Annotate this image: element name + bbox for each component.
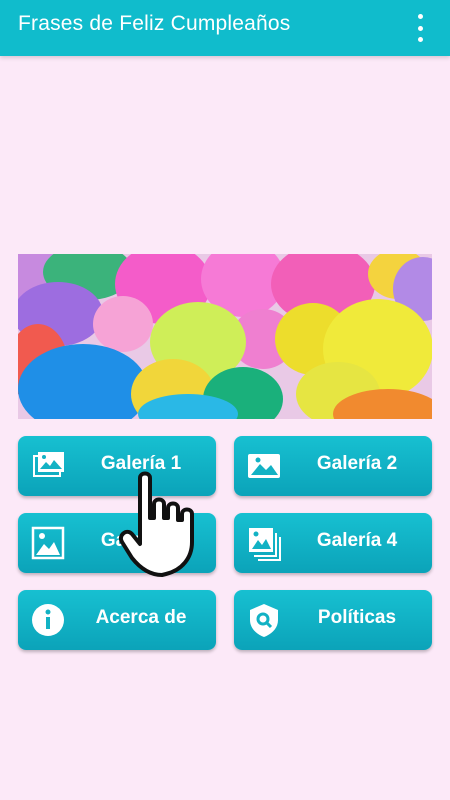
policies-button[interactable]: Políticas [234, 590, 432, 650]
balloons-image [18, 254, 432, 419]
policies-label: Políticas [317, 607, 397, 628]
hand-pointer-icon [119, 471, 194, 577]
more-vert-icon[interactable] [410, 14, 430, 42]
about-label: Acerca de [95, 607, 187, 628]
app-bar: Frases de Feliz Cumpleaños [0, 0, 450, 56]
about-button[interactable]: Acerca de [18, 590, 216, 650]
gallery-4-button[interactable]: Galería 4 [234, 513, 432, 573]
gallery-2-label: Galería 2 [316, 453, 398, 474]
image-icon [248, 454, 280, 478]
gallery-icon [33, 452, 64, 477]
info-icon [32, 604, 64, 636]
photo-icon [31, 526, 65, 560]
gallery-4-label: Galería 4 [316, 530, 398, 551]
photo-stack-icon [249, 528, 281, 561]
shield-search-icon [250, 604, 278, 637]
app-title: Frases de Feliz Cumpleaños [18, 12, 291, 35]
gallery-2-button[interactable]: Galería 2 [234, 436, 432, 496]
banner-image [18, 254, 432, 419]
